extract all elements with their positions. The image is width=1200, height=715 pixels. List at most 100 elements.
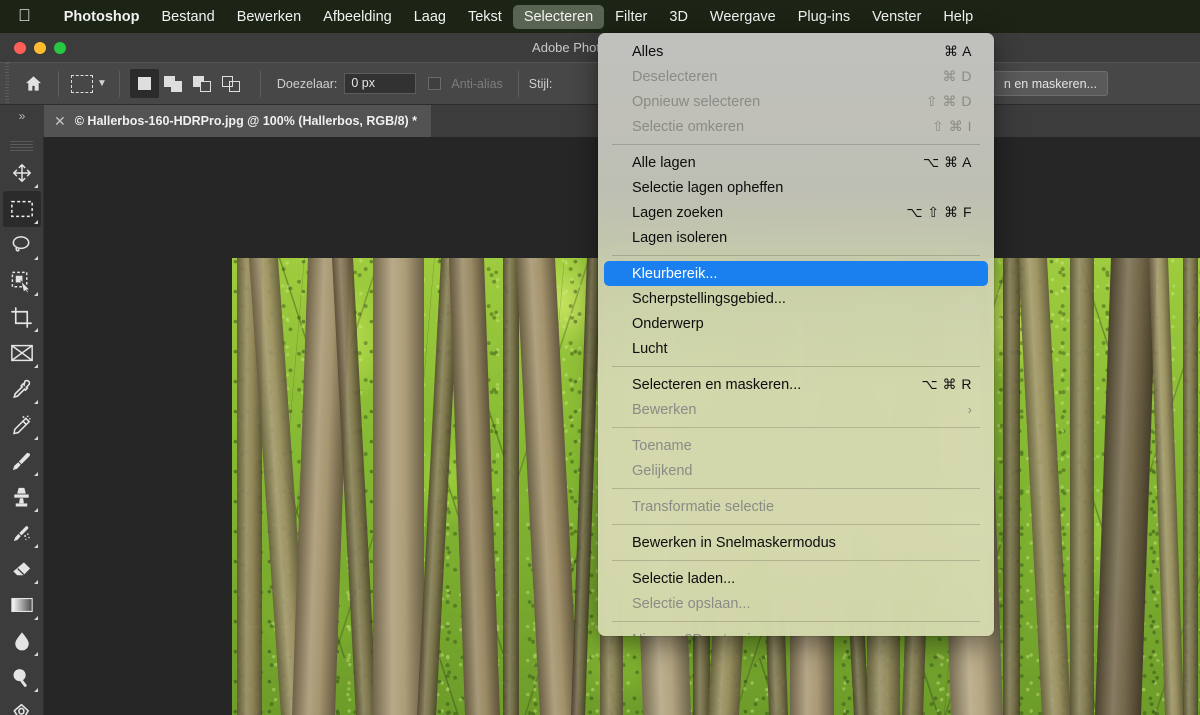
tools-panel: T: [0, 137, 44, 715]
document-tab-title: © Hallerbos-160-HDRPro.jpg @ 100% (Halle…: [74, 114, 418, 128]
rectangular-marquee-icon: [10, 200, 33, 218]
menu-separator: [612, 255, 980, 256]
options-divider-3: [259, 70, 261, 97]
menu-item-shortcut: ⌘ D: [942, 68, 972, 84]
macos-menu-filter[interactable]: Filter: [604, 5, 658, 29]
macos-menu-3d[interactable]: 3D: [658, 5, 699, 29]
options-divider-4: [517, 70, 519, 97]
menu-item-toename: Toename: [604, 433, 988, 458]
dodge-tool[interactable]: [3, 659, 41, 695]
menu-item-alle-lagen[interactable]: Alle lagen ⌥ ⌘ A: [604, 150, 988, 175]
menu-item-label: Scherpstellingsgebied...: [632, 290, 786, 307]
subtract-from-selection-icon: [193, 75, 212, 92]
menu-item-scherpstellingsgebied[interactable]: Scherpstellingsgebied...: [604, 286, 988, 311]
menu-item-label: Bewerken: [632, 401, 697, 418]
brush-tool[interactable]: [3, 443, 41, 479]
menu-item-label: Opnieuw selecteren: [632, 93, 761, 110]
menu-item-kleurbereik[interactable]: Kleurbereik...: [604, 261, 988, 286]
document-tab[interactable]: ✕ © Hallerbos-160-HDRPro.jpg @ 100% (Hal…: [44, 105, 432, 137]
intersect-with-selection-button[interactable]: [217, 69, 246, 98]
feather-input[interactable]: 0 px: [344, 73, 417, 94]
apple-logo-icon[interactable]: : [18, 7, 31, 24]
menu-item-bewerken-in-snelmaskermodus[interactable]: Bewerken in Snelmaskermodus: [604, 530, 988, 555]
blur-tool[interactable]: [3, 623, 41, 659]
macos-menu-laag[interactable]: Laag: [403, 5, 457, 29]
menu-item-lucht[interactable]: Lucht: [604, 336, 988, 361]
home-button[interactable]: [14, 63, 52, 104]
tree-trunk: [503, 258, 520, 715]
move-tool[interactable]: [3, 155, 41, 191]
tool-expand-corner: [33, 544, 38, 548]
history-brush-tool[interactable]: [3, 515, 41, 551]
rectangular-marquee-tool[interactable]: [2, 191, 41, 227]
macos-menu-photoshop[interactable]: Photoshop: [53, 5, 151, 29]
gradient-tool[interactable]: [3, 587, 41, 623]
close-icon[interactable]: ✕: [54, 114, 66, 128]
new-selection-icon: [137, 77, 151, 90]
tools-panel-grip[interactable]: [10, 141, 33, 151]
eraser-icon: [13, 561, 31, 575]
eraser-tool[interactable]: [3, 551, 41, 587]
intersect-with-selection-icon: [222, 75, 241, 92]
panel-expand-button[interactable]: »: [0, 105, 44, 137]
tree-trunk: [1070, 258, 1094, 715]
active-tool-preset[interactable]: ▼: [65, 74, 113, 93]
pen-icon: [13, 703, 30, 715]
macos-menu-selecteren[interactable]: Selecteren: [512, 4, 605, 29]
chevron-down-icon[interactable]: ▼: [97, 78, 107, 89]
crop-tool[interactable]: [3, 299, 41, 335]
menu-item-shortcut: ⇧ ⌘ D: [925, 93, 972, 109]
menu-separator: [612, 488, 980, 489]
macos-menu-plug-ins[interactable]: Plug-ins: [787, 5, 861, 29]
tool-expand-corner: [33, 184, 38, 188]
selecteren-dropdown-menu[interactable]: Alles ⌘ A Deselecteren ⌘ D Opnieuw selectere…: [598, 33, 994, 636]
menu-item-label: Deselecteren: [632, 68, 718, 85]
macos-menu-afbeelding[interactable]: Afbeelding: [312, 5, 403, 29]
menu-item-alles[interactable]: Alles ⌘ A: [604, 39, 988, 64]
minimize-window-button[interactable]: [34, 41, 46, 54]
select-and-mask-button[interactable]: n en maskeren...: [992, 71, 1108, 96]
tool-expand-corner: [33, 364, 38, 368]
frame-tool[interactable]: [3, 335, 41, 371]
menu-item-lagen-isoleren[interactable]: Lagen isoleren: [604, 225, 988, 250]
object-selection-tool[interactable]: [3, 263, 41, 299]
macos-menu-weergave[interactable]: Weergave: [699, 5, 787, 29]
menu-item-label: Selectie lagen opheffen: [632, 179, 784, 196]
menu-item-shortcut: ⌥ ⌘ A: [923, 154, 972, 170]
menu-item-label: Selectie omkeren: [632, 118, 745, 135]
menu-item-label: Lagen isoleren: [632, 229, 728, 246]
pen-tool[interactable]: [3, 695, 41, 715]
menu-item-selectie-lagen-opheffen[interactable]: Selectie lagen opheffen: [604, 175, 988, 200]
add-to-selection-button[interactable]: [159, 69, 188, 98]
macos-menu-tekst[interactable]: Tekst: [457, 5, 513, 29]
gradient-icon: [10, 597, 33, 613]
move-icon: [12, 164, 31, 182]
lasso-tool[interactable]: [3, 227, 41, 263]
macos-menu-venster[interactable]: Venster: [861, 5, 932, 29]
anti-alias-checkbox[interactable]: [428, 77, 442, 90]
eyedropper-tool[interactable]: [3, 371, 41, 407]
options-bar-grip[interactable]: [0, 63, 14, 104]
tool-expand-corner: [33, 400, 38, 404]
menu-item-label: Transformatie selectie: [632, 498, 775, 515]
menu-item-onderwerp[interactable]: Onderwerp: [604, 311, 988, 336]
clone-stamp-tool[interactable]: [3, 479, 41, 515]
maximize-window-button[interactable]: [54, 41, 66, 54]
macos-menu-bestand[interactable]: Bestand: [150, 5, 225, 29]
new-selection-button[interactable]: [129, 69, 159, 98]
menu-item-selecteren-en-maskeren[interactable]: Selecteren en maskeren... ⌥ ⌘ R: [604, 372, 988, 397]
menu-item-label: Bewerken in Snelmaskermodus: [632, 534, 836, 551]
options-divider-2: [118, 70, 120, 97]
blur-droplet-icon: [14, 631, 29, 650]
menu-item-lagen-zoeken[interactable]: Lagen zoeken ⌥ ⇧ ⌘ F: [604, 200, 988, 225]
spot-healing-brush-tool[interactable]: [3, 407, 41, 443]
menu-item-gelijkend: Gelijkend: [604, 458, 988, 483]
menu-item-deselecteren: Deselecteren ⌘ D: [604, 64, 988, 89]
macos-menu-help[interactable]: Help: [932, 5, 984, 29]
menu-item-selectie-laden[interactable]: Selectie laden...: [604, 566, 988, 591]
close-window-button[interactable]: [14, 41, 26, 54]
menu-separator: [612, 366, 980, 367]
macos-menu-bewerken[interactable]: Bewerken: [226, 5, 312, 29]
menu-item-bewerken: Bewerken ›: [604, 397, 988, 422]
subtract-from-selection-button[interactable]: [188, 69, 217, 98]
